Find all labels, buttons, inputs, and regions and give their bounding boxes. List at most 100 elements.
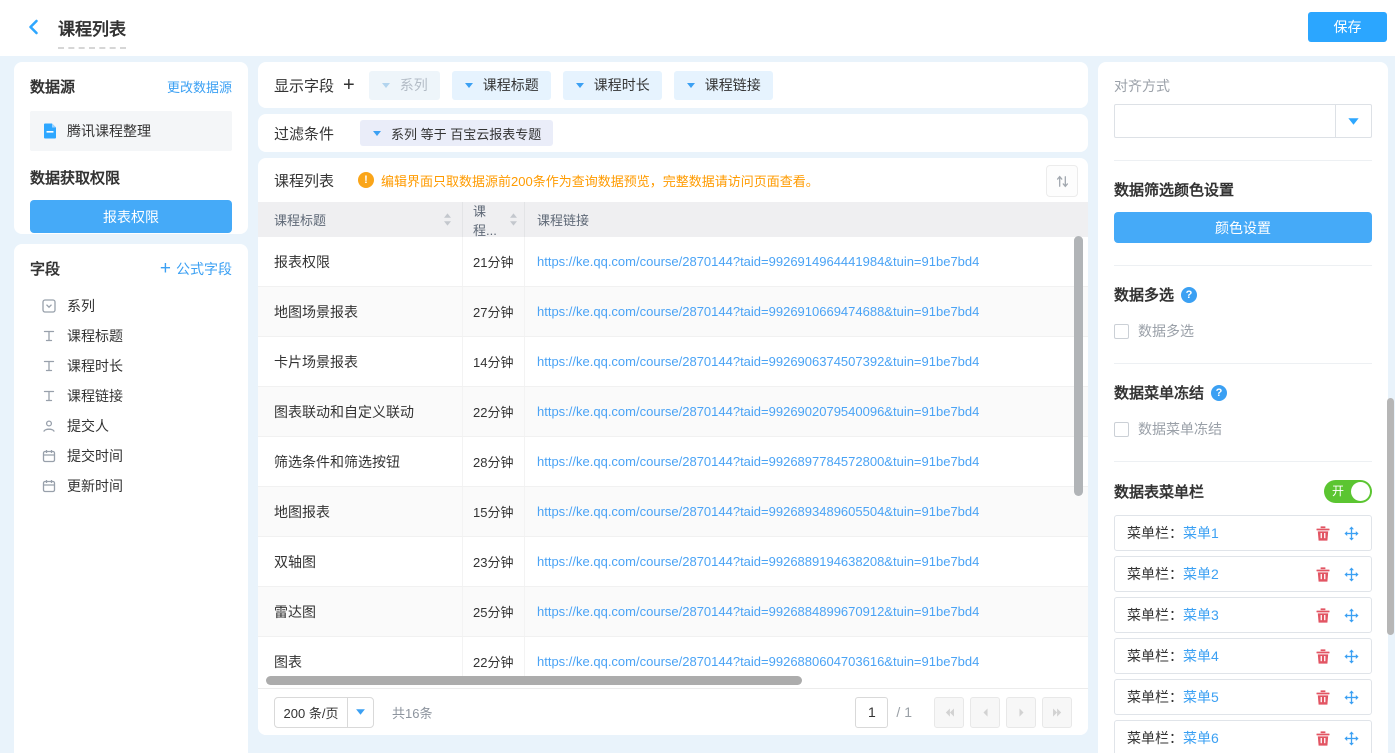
divider bbox=[1114, 265, 1372, 266]
add-display-field-button[interactable]: + bbox=[343, 75, 355, 95]
window-scrollbar[interactable] bbox=[1387, 398, 1394, 635]
field-item-course-title[interactable]: 课程标题 bbox=[30, 321, 232, 351]
formula-field-link[interactable]: +公式字段 bbox=[160, 259, 232, 279]
calendar-icon bbox=[42, 449, 56, 463]
table-row: 筛选条件和筛选按钮 28分钟 https://ke.qq.com/course/… bbox=[258, 437, 1088, 487]
course-duration-cell: 15分钟 bbox=[463, 487, 525, 536]
display-field-tag-course-duration[interactable]: 课程时长 bbox=[563, 71, 662, 100]
topbar: 课程列表 保存 bbox=[0, 0, 1395, 56]
help-icon[interactable]: ? bbox=[1181, 287, 1197, 303]
menubar-title: 数据表菜单栏 bbox=[1114, 481, 1204, 502]
display-field-tag-series[interactable]: 系列 bbox=[369, 71, 440, 100]
sort-updown-icon bbox=[509, 213, 518, 226]
course-duration-cell: 21分钟 bbox=[463, 237, 525, 286]
datasource-panel: 数据源 更改数据源 腾讯课程整理 数据获取权限 报表权限 bbox=[14, 62, 248, 234]
course-title-cell: 双轴图 bbox=[258, 537, 463, 586]
fields-panel: 字段 +公式字段 系列 课程标题 课程时长 课程链接 提交人 提交时间 bbox=[14, 244, 248, 753]
display-field-tag-course-title[interactable]: 课程标题 bbox=[452, 71, 551, 100]
move-icon[interactable] bbox=[1344, 690, 1359, 705]
field-item-course-duration[interactable]: 课程时长 bbox=[30, 351, 232, 381]
delete-icon[interactable] bbox=[1316, 731, 1330, 746]
table-sort-button[interactable] bbox=[1046, 165, 1078, 197]
course-link[interactable]: https://ke.qq.com/course/2870144?taid=99… bbox=[525, 287, 1088, 336]
settings-panel: 对齐方式 数据筛选颜色设置 颜色设置 数据多选 ? 数据多选 数据菜单冻结 ? … bbox=[1098, 62, 1388, 753]
course-title-cell: 筛选条件和筛选按钮 bbox=[258, 437, 463, 486]
column-header-course-title[interactable]: 课程标题 bbox=[258, 202, 463, 237]
color-settings-button[interactable]: 颜色设置 bbox=[1114, 212, 1372, 243]
first-page-button[interactable] bbox=[934, 697, 964, 728]
course-title-cell: 地图场景报表 bbox=[258, 287, 463, 336]
table-row: 地图场景报表 27分钟 https://ke.qq.com/course/287… bbox=[258, 287, 1088, 337]
delete-icon[interactable] bbox=[1316, 690, 1330, 705]
menu-freeze-checkbox[interactable] bbox=[1114, 422, 1129, 437]
prev-page-button[interactable] bbox=[970, 697, 1000, 728]
course-link[interactable]: https://ke.qq.com/course/2870144?taid=99… bbox=[525, 237, 1088, 286]
display-field-tag-course-link[interactable]: 课程链接 bbox=[674, 71, 773, 100]
course-duration-cell: 25分钟 bbox=[463, 587, 525, 636]
menu-item[interactable]: 菜单栏： 菜单5 bbox=[1114, 679, 1372, 715]
menu-item[interactable]: 菜单栏： 菜单3 bbox=[1114, 597, 1372, 633]
move-icon[interactable] bbox=[1344, 731, 1359, 746]
chevron-down-icon bbox=[372, 130, 382, 137]
last-page-button[interactable] bbox=[1042, 697, 1072, 728]
divider bbox=[1114, 363, 1372, 364]
field-item-submitter[interactable]: 提交人 bbox=[30, 411, 232, 441]
menu-item[interactable]: 菜单栏： 菜单1 bbox=[1114, 515, 1372, 551]
align-select[interactable] bbox=[1114, 104, 1372, 138]
chevron-down-icon bbox=[347, 698, 373, 727]
course-link[interactable]: https://ke.qq.com/course/2870144?taid=99… bbox=[525, 587, 1088, 636]
delete-icon[interactable] bbox=[1316, 649, 1330, 664]
field-item-update-time[interactable]: 更新时间 bbox=[30, 471, 232, 501]
delete-icon[interactable] bbox=[1316, 567, 1330, 582]
table-row: 地图报表 15分钟 https://ke.qq.com/course/28701… bbox=[258, 487, 1088, 537]
course-duration-cell: 23分钟 bbox=[463, 537, 525, 586]
align-select-value bbox=[1115, 105, 1335, 137]
field-item-submit-time[interactable]: 提交时间 bbox=[30, 441, 232, 471]
dropdown-field-icon bbox=[42, 299, 56, 313]
table-header: 课程标题 课程... 课程链接 bbox=[258, 202, 1088, 237]
move-icon[interactable] bbox=[1344, 567, 1359, 582]
change-datasource-link[interactable]: 更改数据源 bbox=[167, 77, 232, 96]
delete-icon[interactable] bbox=[1316, 608, 1330, 623]
delete-icon[interactable] bbox=[1316, 526, 1330, 541]
next-page-button[interactable] bbox=[1006, 697, 1036, 728]
column-header-course-duration[interactable]: 课程... bbox=[463, 202, 525, 237]
menu-item[interactable]: 菜单栏： 菜单4 bbox=[1114, 638, 1372, 674]
menubar-toggle[interactable]: 开 bbox=[1324, 480, 1372, 503]
field-item-series[interactable]: 系列 bbox=[30, 291, 232, 321]
filter-condition-tag[interactable]: 系列 等于 百宝云报表专题 bbox=[360, 120, 553, 146]
back-icon[interactable] bbox=[26, 19, 42, 35]
menu-list: 菜单栏： 菜单1 菜单栏： 菜单2 菜单栏： 菜单3 bbox=[1114, 515, 1372, 753]
move-icon[interactable] bbox=[1344, 526, 1359, 541]
field-item-course-link[interactable]: 课程链接 bbox=[30, 381, 232, 411]
help-icon[interactable]: ? bbox=[1211, 385, 1227, 401]
course-title-cell: 卡片场景报表 bbox=[258, 337, 463, 386]
text-field-icon bbox=[42, 359, 56, 373]
move-icon[interactable] bbox=[1344, 608, 1359, 623]
move-icon[interactable] bbox=[1344, 649, 1359, 664]
page-input[interactable] bbox=[855, 697, 888, 728]
chevron-down-icon bbox=[464, 82, 474, 89]
table-horizontal-scrollbar[interactable] bbox=[266, 676, 802, 685]
course-link[interactable]: https://ke.qq.com/course/2870144?taid=99… bbox=[525, 487, 1088, 536]
course-title-cell: 报表权限 bbox=[258, 237, 463, 286]
menu-item[interactable]: 菜单栏： 菜单6 bbox=[1114, 720, 1372, 753]
course-link[interactable]: https://ke.qq.com/course/2870144?taid=99… bbox=[525, 437, 1088, 486]
chevron-down-icon bbox=[1335, 105, 1371, 137]
table-row: 雷达图 25分钟 https://ke.qq.com/course/287014… bbox=[258, 587, 1088, 637]
course-link[interactable]: https://ke.qq.com/course/2870144?taid=99… bbox=[525, 537, 1088, 586]
datasource-item[interactable]: 腾讯课程整理 bbox=[30, 111, 232, 151]
save-button[interactable]: 保存 bbox=[1308, 12, 1387, 42]
multi-select-checkbox[interactable] bbox=[1114, 324, 1129, 339]
table-body: 报表权限 21分钟 https://ke.qq.com/course/28701… bbox=[258, 237, 1088, 683]
course-link[interactable]: https://ke.qq.com/course/2870144?taid=99… bbox=[525, 337, 1088, 386]
page-size-select[interactable]: 200 条/页 bbox=[274, 697, 374, 728]
table-title: 课程列表 bbox=[274, 170, 334, 191]
table-vertical-scrollbar[interactable] bbox=[1074, 236, 1083, 496]
course-link[interactable]: https://ke.qq.com/course/2870144?taid=99… bbox=[525, 387, 1088, 436]
filter-label: 过滤条件 bbox=[274, 123, 334, 144]
total-count: 共16条 bbox=[392, 703, 432, 722]
report-permission-button[interactable]: 报表权限 bbox=[30, 200, 232, 233]
menu-item[interactable]: 菜单栏： 菜单2 bbox=[1114, 556, 1372, 592]
display-fields-bar: 显示字段 + 系列 课程标题 课程时长 课程链接 bbox=[258, 62, 1088, 108]
